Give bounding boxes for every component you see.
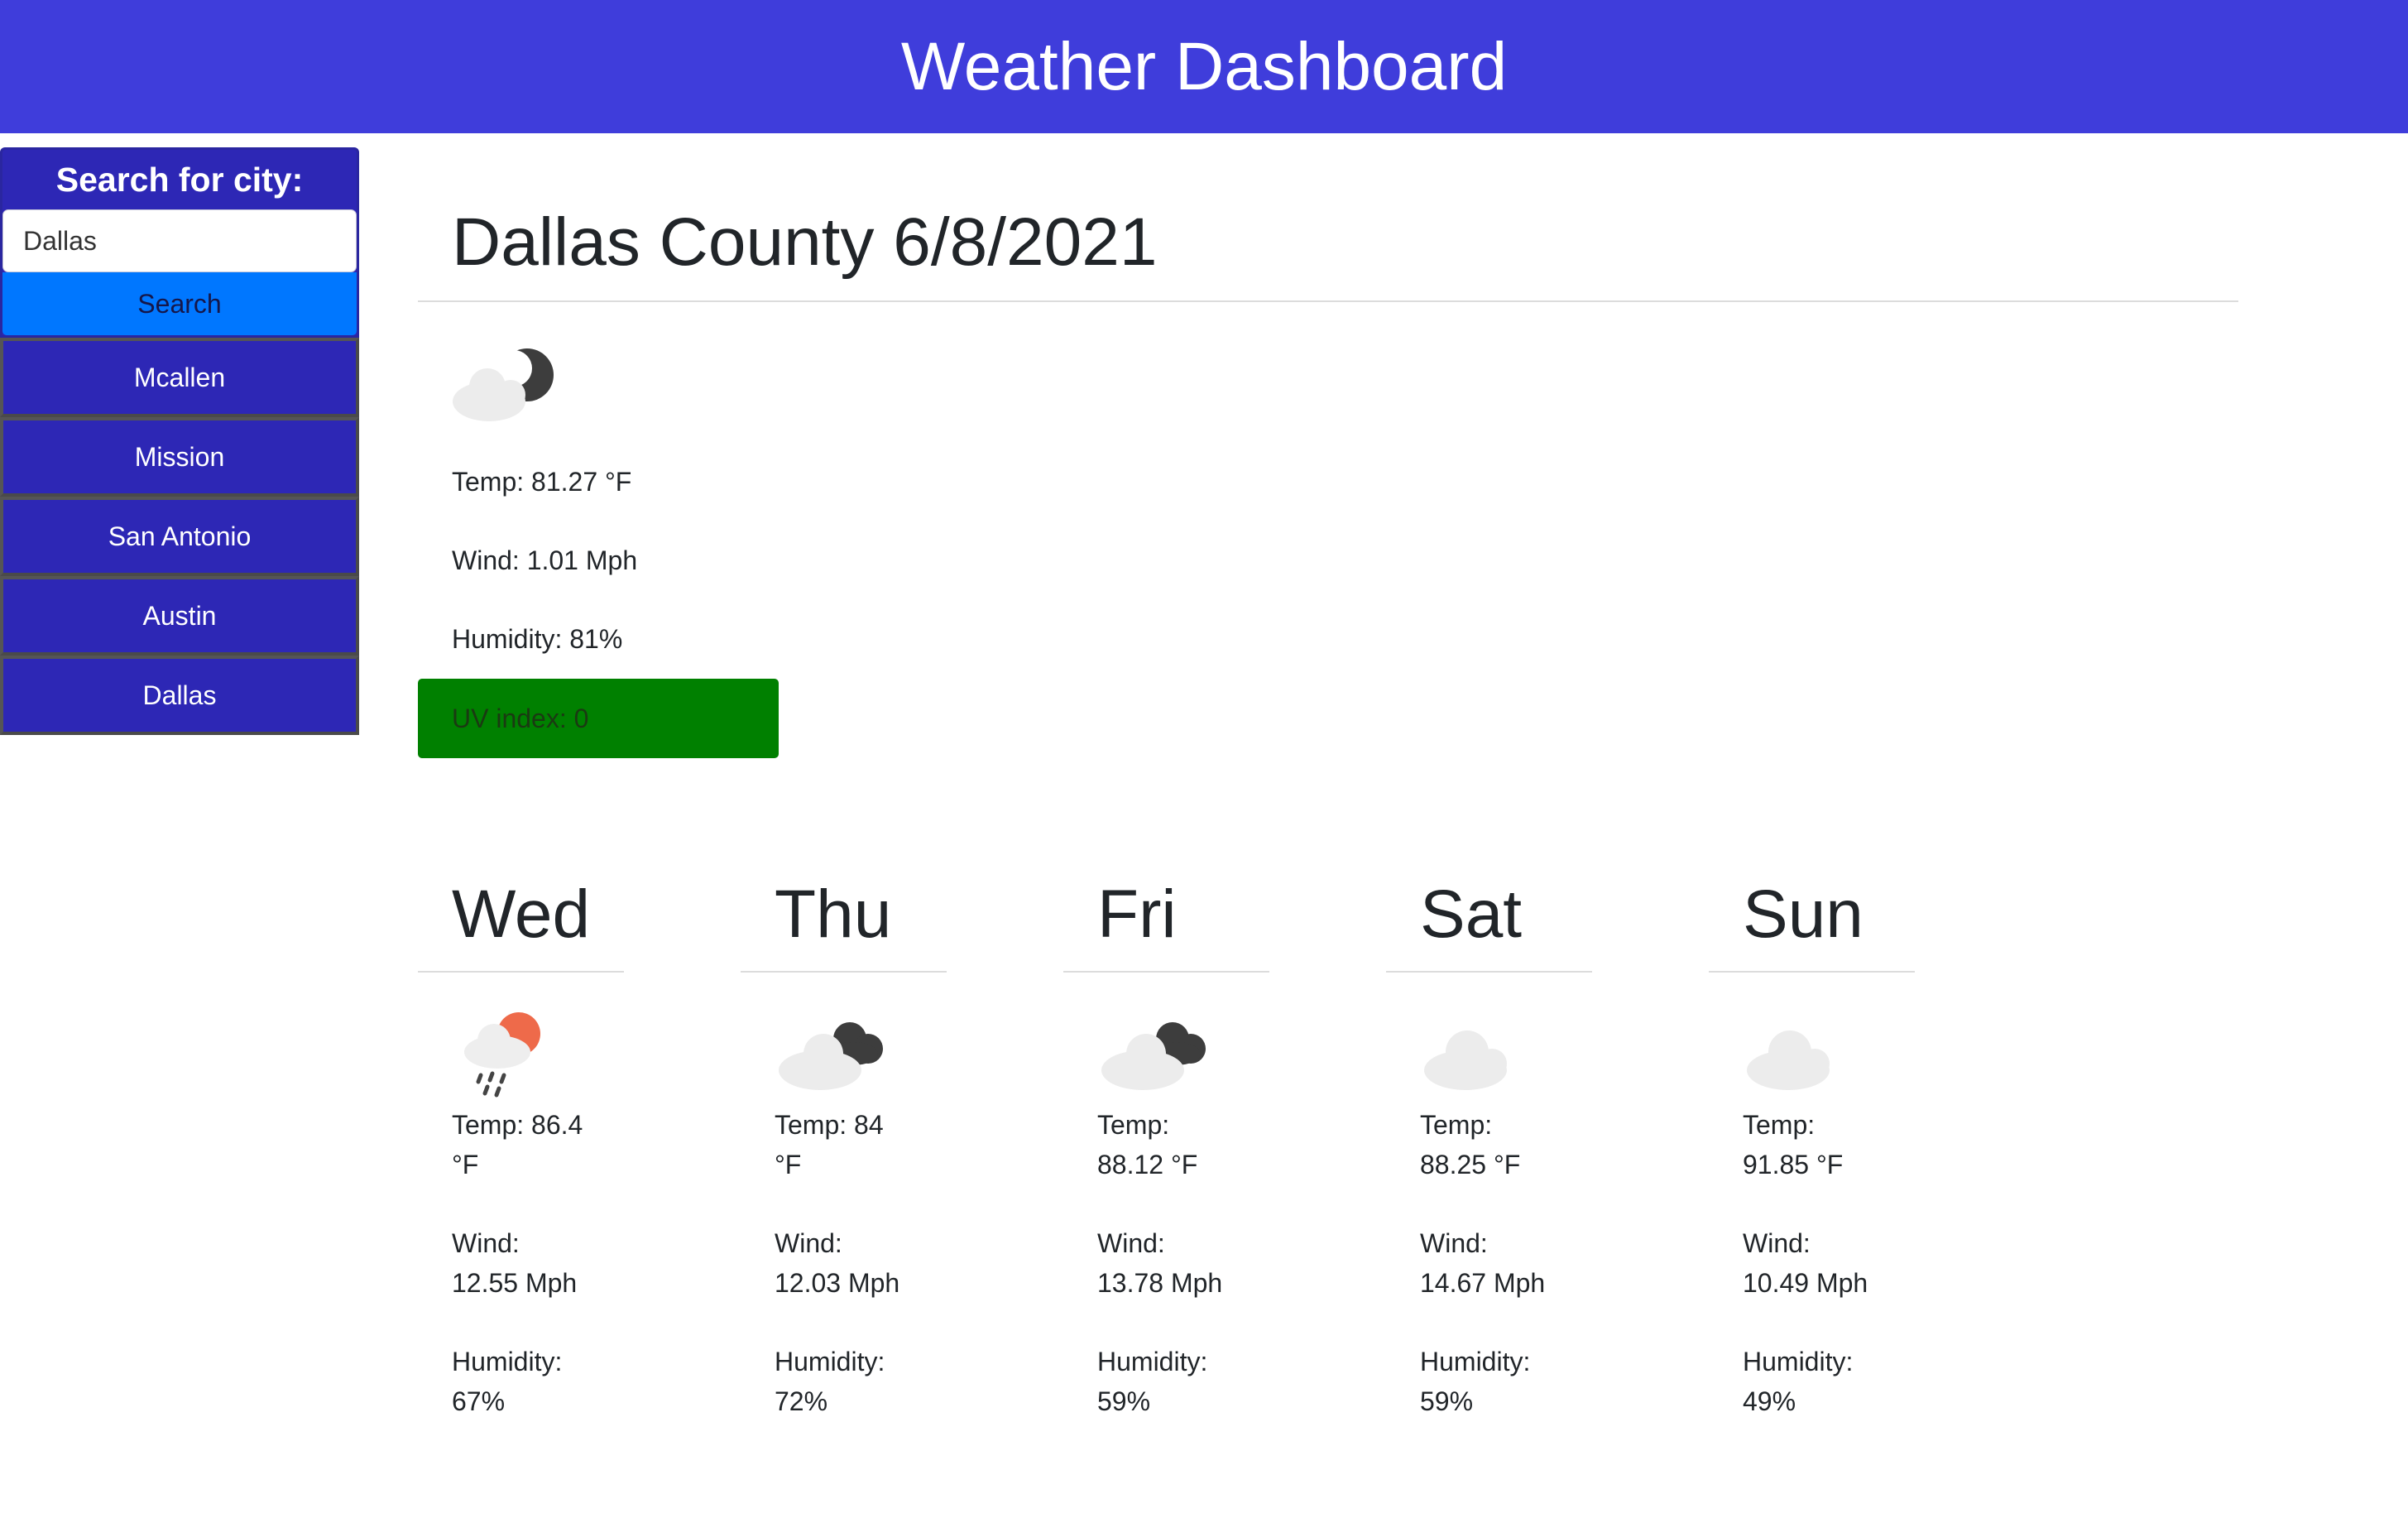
forecast-card: Wed Temp: 86.4 °F Wind: 12.55 Mph Humidi… xyxy=(418,861,624,1460)
forecast-wind-value: 10.49 Mph xyxy=(1743,1268,1868,1298)
forecast-day-name: Sat xyxy=(1386,861,1592,973)
forecast-wind-value: 13.78 Mph xyxy=(1097,1268,1223,1298)
forecast-wind-label: Wind: xyxy=(775,1228,842,1258)
forecast-humidity-label: Humidity: xyxy=(1420,1347,1531,1376)
today-wind: Wind: 1.01 Mph xyxy=(452,545,638,575)
forecast-humidity-value: 59% xyxy=(1097,1386,1151,1416)
forecast-wind-value: 12.03 Mph xyxy=(775,1268,900,1298)
forecast-humidity: Humidity: 59% xyxy=(1063,1342,1269,1421)
dark-clouds-icon xyxy=(770,1006,886,1105)
sidebar: Search for city: Search Mcallen Mission … xyxy=(0,147,359,735)
forecast-temp-value: 88.12 °F xyxy=(1097,1150,1198,1179)
forecast-wind-label: Wind: xyxy=(1420,1228,1488,1258)
history-city-button[interactable]: Dallas xyxy=(0,656,359,735)
current-weather: Dallas County 6/8/2021 Temp: 81.27 °F Wi… xyxy=(418,190,2238,758)
cloud-icon xyxy=(1416,1006,1532,1105)
forecast-wind-value: 12.55 Mph xyxy=(452,1268,578,1298)
forecast-temp-label: Temp: 84 xyxy=(775,1110,884,1140)
search-title: Search for city: xyxy=(55,161,304,199)
forecast-temp-value: 88.25 °F xyxy=(1420,1150,1521,1179)
forecast-day-name: Fri xyxy=(1063,861,1269,973)
forecast-humidity-label: Humidity: xyxy=(775,1347,885,1376)
today-humidity: Humidity: 81% xyxy=(452,624,623,654)
cloud-icon xyxy=(1739,1006,1854,1105)
dark-clouds-icon xyxy=(1093,1006,1209,1105)
forecast-humidity-value: 67% xyxy=(452,1386,506,1416)
history-city-button[interactable]: Mcallen xyxy=(0,338,359,417)
forecast-temp-label: Temp: xyxy=(1097,1110,1170,1140)
today-stats: Temp: 81.27 °F Wind: 1.01 Mph Humidity: … xyxy=(418,443,2238,679)
forecast-wind: Wind: 10.49 Mph xyxy=(1709,1223,1915,1303)
night-cloud-icon xyxy=(448,343,564,426)
forecast-day-name: Sun xyxy=(1709,861,1915,973)
forecast-humidity-label: Humidity: xyxy=(1097,1347,1208,1376)
forecast-card: Sun Temp: 91.85 °F Wind: 10.49 Mph Humid… xyxy=(1709,861,1915,1460)
city-date-title: Dallas County 6/8/2021 xyxy=(418,190,2238,302)
forecast-temp-label: Temp: 86.4 xyxy=(452,1110,583,1140)
forecast-temp-value: °F xyxy=(452,1150,479,1179)
forecast-temp: Temp: 88.25 °F xyxy=(1386,1105,1592,1184)
forecast-wind: Wind: 12.55 Mph xyxy=(418,1223,624,1303)
five-day-forecast: Wed Temp: 86.4 °F Wind: 12.55 Mph Humidi… xyxy=(418,861,1915,1460)
rain-sun-icon xyxy=(448,1006,564,1105)
history-city-button[interactable]: Mission xyxy=(0,417,359,497)
forecast-wind: Wind: 13.78 Mph xyxy=(1063,1223,1269,1303)
forecast-temp-value: °F xyxy=(775,1150,802,1179)
forecast-temp-label: Temp: xyxy=(1743,1110,1816,1140)
search-button[interactable]: Search xyxy=(2,272,357,335)
forecast-humidity: Humidity: 72% xyxy=(741,1342,947,1421)
forecast-wind: Wind: 14.67 Mph xyxy=(1386,1223,1592,1303)
forecast-temp: Temp: 91.85 °F xyxy=(1709,1105,1915,1184)
forecast-day-name: Wed xyxy=(418,861,624,973)
forecast-humidity: Humidity: 59% xyxy=(1386,1342,1592,1421)
search-panel: Search for city: Search xyxy=(0,147,359,338)
forecast-wind-label: Wind: xyxy=(452,1228,520,1258)
forecast-temp: Temp: 84 °F xyxy=(741,1105,947,1184)
forecast-wind-label: Wind: xyxy=(1743,1228,1811,1258)
forecast-wind-value: 14.67 Mph xyxy=(1420,1268,1546,1298)
app-title: Weather Dashboard xyxy=(900,28,1508,104)
forecast-humidity-value: 59% xyxy=(1420,1386,1474,1416)
forecast-humidity-label: Humidity: xyxy=(452,1347,563,1376)
forecast-humidity-value: 49% xyxy=(1743,1386,1796,1416)
forecast-humidity: Humidity: 67% xyxy=(418,1342,624,1421)
forecast-temp: Temp: 88.12 °F xyxy=(1063,1105,1269,1184)
city-search-input[interactable] xyxy=(2,209,357,272)
forecast-temp-label: Temp: xyxy=(1420,1110,1493,1140)
forecast-wind-label: Wind: xyxy=(1097,1228,1165,1258)
history-city-button[interactable]: Austin xyxy=(0,576,359,656)
today-temp: Temp: 81.27 °F xyxy=(452,467,632,497)
forecast-card: Fri Temp: 88.12 °F Wind: 13.78 Mph Humid… xyxy=(1063,861,1269,1460)
forecast-card: Thu Temp: 84 °F Wind: 12.03 Mph Humidity… xyxy=(741,861,947,1460)
forecast-humidity-value: 72% xyxy=(775,1386,828,1416)
forecast-temp: Temp: 86.4 °F xyxy=(418,1105,624,1184)
forecast-humidity: Humidity: 49% xyxy=(1709,1342,1915,1421)
forecast-temp-value: 91.85 °F xyxy=(1743,1150,1844,1179)
forecast-humidity-label: Humidity: xyxy=(1743,1347,1854,1376)
app-header: Weather Dashboard xyxy=(0,0,2408,133)
forecast-card: Sat Temp: 88.25 °F Wind: 14.67 Mph Humid… xyxy=(1386,861,1592,1460)
forecast-wind: Wind: 12.03 Mph xyxy=(741,1223,947,1303)
history-city-button[interactable]: San Antonio xyxy=(0,497,359,576)
uv-index-badge: UV index: 0 xyxy=(418,679,779,758)
forecast-day-name: Thu xyxy=(741,861,947,973)
